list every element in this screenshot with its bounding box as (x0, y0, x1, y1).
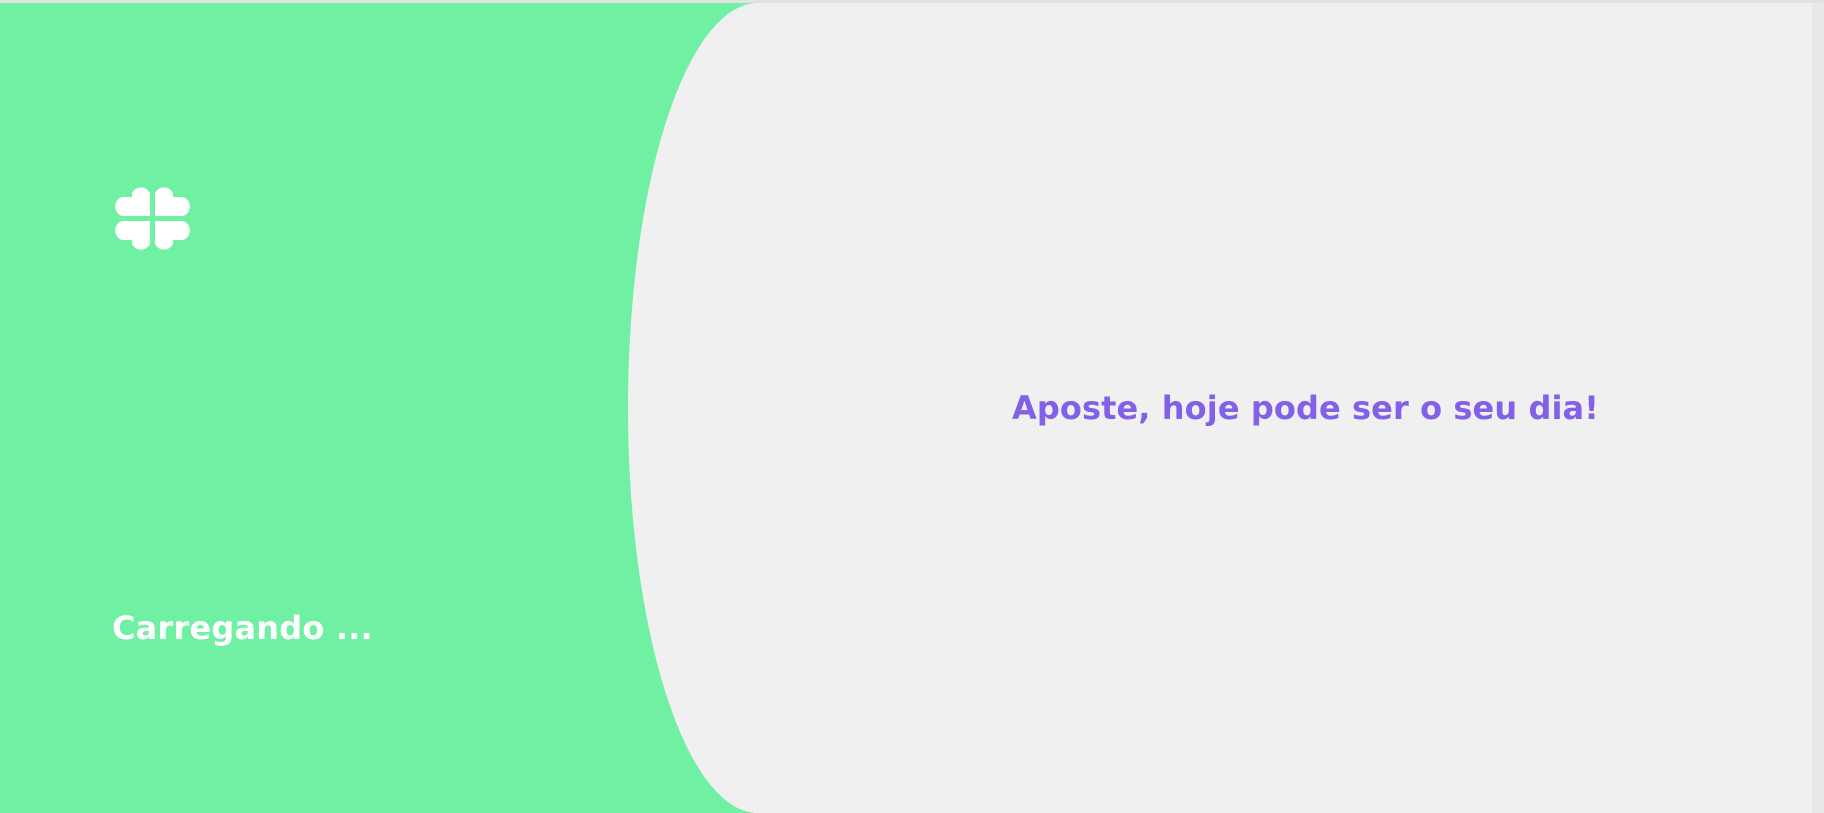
promo-tagline: Aposte, hoje pode ser o seu dia! (1012, 389, 1599, 427)
clover-icon (115, 187, 190, 250)
curved-panel-divider (628, 3, 888, 813)
brand-logo (110, 181, 195, 266)
loading-text: Carregando ... (112, 609, 373, 647)
right-edge-shadow (1812, 3, 1824, 813)
